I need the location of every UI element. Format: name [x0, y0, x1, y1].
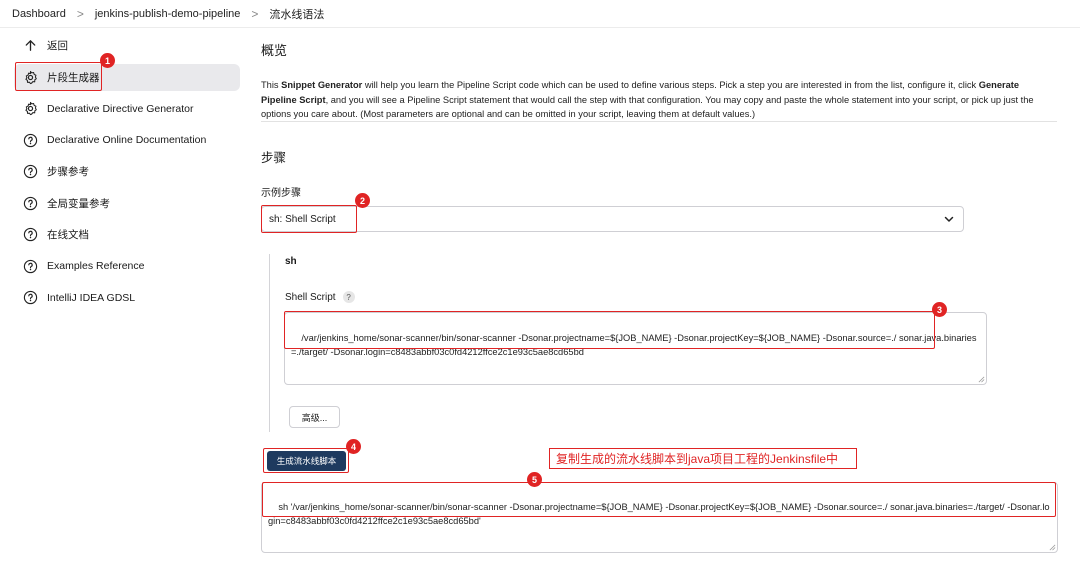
shell-script-label-row: Shell Script ?: [285, 291, 355, 303]
sidebar-item-label: 步骤参考: [47, 166, 89, 178]
intro-text-part: This: [261, 80, 282, 90]
resize-grip-icon[interactable]: [978, 376, 985, 383]
help-circle-icon: [23, 133, 38, 148]
breadcrumb-pipeline-syntax[interactable]: 流水线语法: [269, 6, 324, 22]
steps-title: 步骤: [261, 151, 287, 165]
sidebar-item-label: Examples Reference: [47, 260, 145, 272]
sidebar-item-global-variables[interactable]: 全局变量参考: [14, 190, 240, 217]
annotation-badge-2: 2: [355, 193, 370, 208]
sidebar-item-label: 全局变量参考: [47, 197, 110, 210]
help-circle-icon: [23, 259, 38, 274]
sample-step-select[interactable]: sh: Shell Script: [261, 206, 964, 232]
help-circle-icon: [23, 227, 38, 242]
sidebar-item-online-docs[interactable]: 在线文档: [14, 221, 240, 248]
gear-icon: [23, 101, 38, 116]
sidebar-item-label: Declarative Directive Generator: [47, 102, 194, 115]
sidebar-item-label: 在线文档: [47, 229, 89, 241]
sidebar-item-back[interactable]: 返回: [14, 32, 240, 59]
help-circle-icon: [23, 290, 38, 305]
sidebar-item-examples-reference[interactable]: Examples Reference: [14, 253, 240, 280]
help-icon[interactable]: ?: [342, 291, 355, 303]
sidebar-item-directive-generator[interactable]: Declarative Directive Generator: [14, 95, 240, 122]
resize-grip-icon[interactable]: [1049, 544, 1056, 551]
arrow-up-icon: [23, 38, 38, 53]
breadcrumb-pipeline[interactable]: jenkins-publish-demo-pipeline: [95, 8, 241, 20]
annotation-box-4: [263, 448, 349, 473]
annotation-badge-5: 5: [527, 472, 542, 487]
annotation-box-5: [262, 482, 1056, 517]
sidebar-item-intellij-gdsl[interactable]: IntelliJ IDEA GDSL: [14, 284, 240, 311]
chevron-down-icon: [944, 216, 954, 222]
annotation-badge-3: 3: [932, 302, 947, 317]
help-circle-icon: [23, 196, 38, 211]
help-circle-icon: [23, 164, 38, 179]
overview-title: 概览: [261, 43, 288, 58]
divider: [261, 121, 1057, 122]
nested-section-bar: [269, 254, 270, 432]
breadcrumb: Dashboard > jenkins-publish-demo-pipelin…: [0, 0, 1080, 28]
intro-text: This Snippet Generator will help you lea…: [261, 78, 1057, 122]
sh-section-title: sh: [285, 256, 297, 267]
intro-text-part: , and you will see a Pipeline Script sta…: [261, 94, 1034, 120]
sample-step-label: 示例步骤: [261, 188, 301, 199]
shell-script-label: Shell Script: [285, 291, 336, 303]
advanced-button[interactable]: 高级...: [289, 406, 340, 428]
sidebar-item-label: Declarative Online Documentation: [47, 134, 207, 146]
sidebar-item-online-documentation[interactable]: Declarative Online Documentation: [14, 127, 240, 154]
sidebar-item-step-reference[interactable]: 步骤参考: [14, 158, 240, 185]
intro-text-part: will help you learn the Pipeline Script …: [362, 80, 979, 90]
annotation-badge-1: 1: [100, 53, 115, 68]
chevron-right-icon: >: [251, 6, 259, 21]
sidebar-item-label: IntelliJ IDEA GDSL: [47, 291, 136, 304]
sidebar-item-label: 返回: [47, 40, 68, 52]
annotation-box-3: [284, 311, 935, 349]
annotation-box-1: [15, 62, 102, 91]
annotation-callout: 复制生成的流水线脚本到java项目工程的Jenkinsfile中: [549, 448, 857, 469]
annotation-badge-4: 4: [346, 439, 361, 454]
chevron-right-icon: >: [76, 6, 84, 21]
intro-bold-snippet-generator: Snippet Generator: [281, 80, 363, 90]
annotation-box-2: [261, 205, 357, 233]
breadcrumb-dashboard[interactable]: Dashboard: [12, 8, 66, 20]
